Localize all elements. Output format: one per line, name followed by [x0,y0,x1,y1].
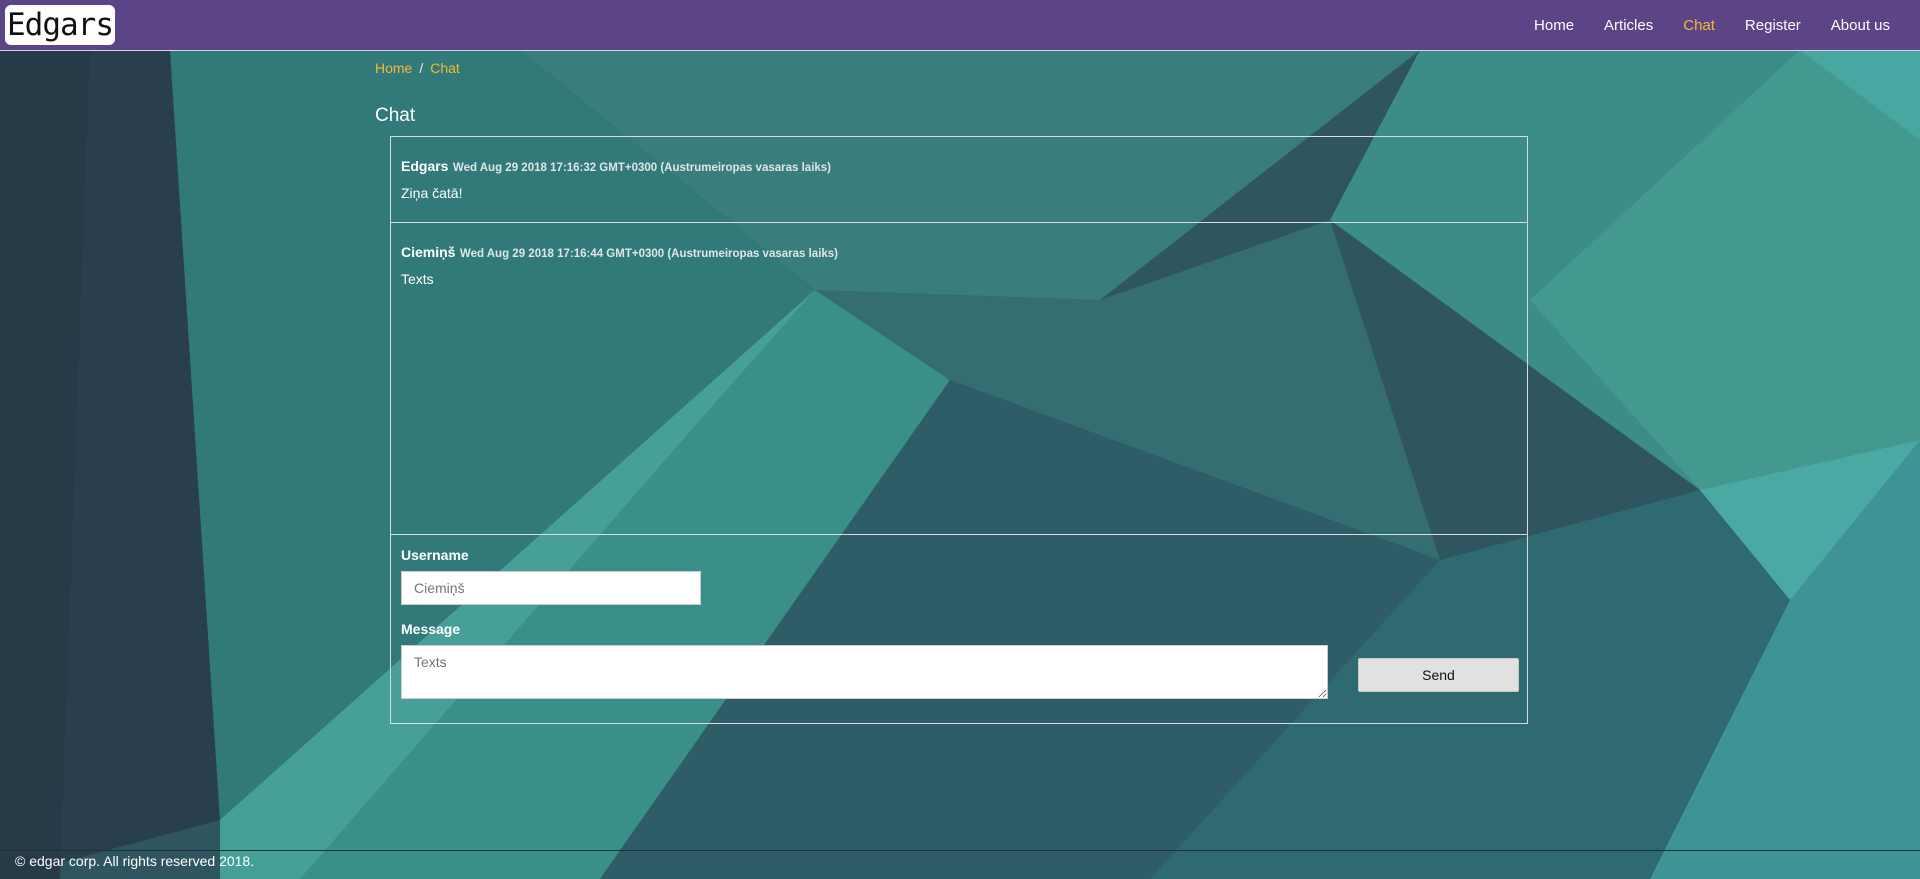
chat-message: Ciemiņš Wed Aug 29 2018 17:16:44 GMT+030… [391,223,1527,535]
breadcrumb: Home / Chat [375,60,460,76]
send-button[interactable]: Send [1358,658,1519,692]
chat-form: Username Message Send [391,535,1527,723]
breadcrumb-home[interactable]: Home [375,60,412,76]
message-username: Edgars [401,158,449,174]
message-header: Edgars Wed Aug 29 2018 17:16:32 GMT+0300… [401,157,1517,175]
message-timestamp: Wed Aug 29 2018 17:16:32 GMT+0300 (Austr… [452,162,832,174]
message-label: Message [401,621,461,637]
breadcrumb-separator: / [419,60,424,76]
chat-panel: Edgars Wed Aug 29 2018 17:16:32 GMT+0300… [390,136,1528,724]
site-logo[interactable]: Edgars [5,5,115,45]
message-timestamp: Wed Aug 29 2018 17:16:44 GMT+0300 (Austr… [459,248,839,260]
nav-articles[interactable]: Articles [1604,17,1653,34]
nav-about-us[interactable]: About us [1831,17,1890,34]
page-title: Chat [375,105,416,126]
username-input[interactable] [401,571,701,605]
message-text: Texts [401,271,434,287]
footer-copyright: © edgar corp. All rights reserved 2018. [15,853,255,869]
chat-message: Edgars Wed Aug 29 2018 17:16:32 GMT+0300… [391,137,1527,223]
main-nav: Home Articles Chat Register About us [1534,0,1920,50]
breadcrumb-current[interactable]: Chat [430,60,460,76]
message-text: Ziņa čatā! [401,185,463,201]
username-label: Username [401,547,469,563]
nav-chat[interactable]: Chat [1683,17,1715,34]
top-navbar: Edgars Home Articles Chat Register About… [0,0,1920,51]
message-header: Ciemiņš Wed Aug 29 2018 17:16:44 GMT+030… [401,243,1517,261]
nav-home[interactable]: Home [1534,17,1574,34]
message-username: Ciemiņš [401,244,456,260]
nav-register[interactable]: Register [1745,17,1801,34]
message-textarea[interactable] [401,645,1328,699]
footer-divider [0,850,1920,851]
